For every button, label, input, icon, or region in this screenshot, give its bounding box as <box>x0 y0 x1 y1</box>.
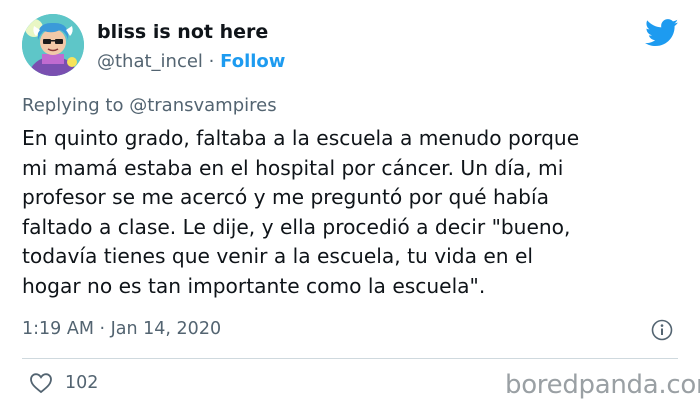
tweet-text-line: En quinto grado, faltaba a la escuela a … <box>22 126 580 150</box>
tweet-text-line: todavía tienes que venir a la escuela, t… <box>22 244 534 268</box>
heart-icon[interactable] <box>29 372 53 394</box>
tweet-timestamp[interactable]: 1:19 AM · Jan 14, 2020 <box>22 319 221 339</box>
info-icon[interactable] <box>651 319 673 341</box>
tweet-text-line: hogar no es tan importante como la escue… <box>22 273 486 298</box>
watermark: boredpanda.com <box>505 370 700 400</box>
follow-button[interactable]: Follow <box>220 51 285 72</box>
divider <box>22 358 678 359</box>
like-count: 102 <box>65 373 99 393</box>
tweet-text-line: mi mamá estaba en el hospital por cáncer… <box>22 155 564 180</box>
avatar[interactable] <box>22 14 84 76</box>
handle-separator: · <box>208 51 215 72</box>
twitter-bird-icon[interactable] <box>645 19 679 47</box>
display-name[interactable]: bliss is not here <box>97 21 268 43</box>
avatar-image <box>22 14 84 76</box>
tweet-text: En quinto grado, faltaba a la escuela a … <box>22 124 682 301</box>
tweet-text-line: profesor se me acercó y me preguntó por … <box>22 185 549 209</box>
handle[interactable]: @that_incel <box>97 51 203 72</box>
tweet-text-line: faltado a clase. Le dije, y ella procedi… <box>22 214 571 239</box>
replying-to-line[interactable]: Replying to @transvampires <box>22 95 277 116</box>
handle-row: @that_incel · Follow <box>97 51 285 72</box>
